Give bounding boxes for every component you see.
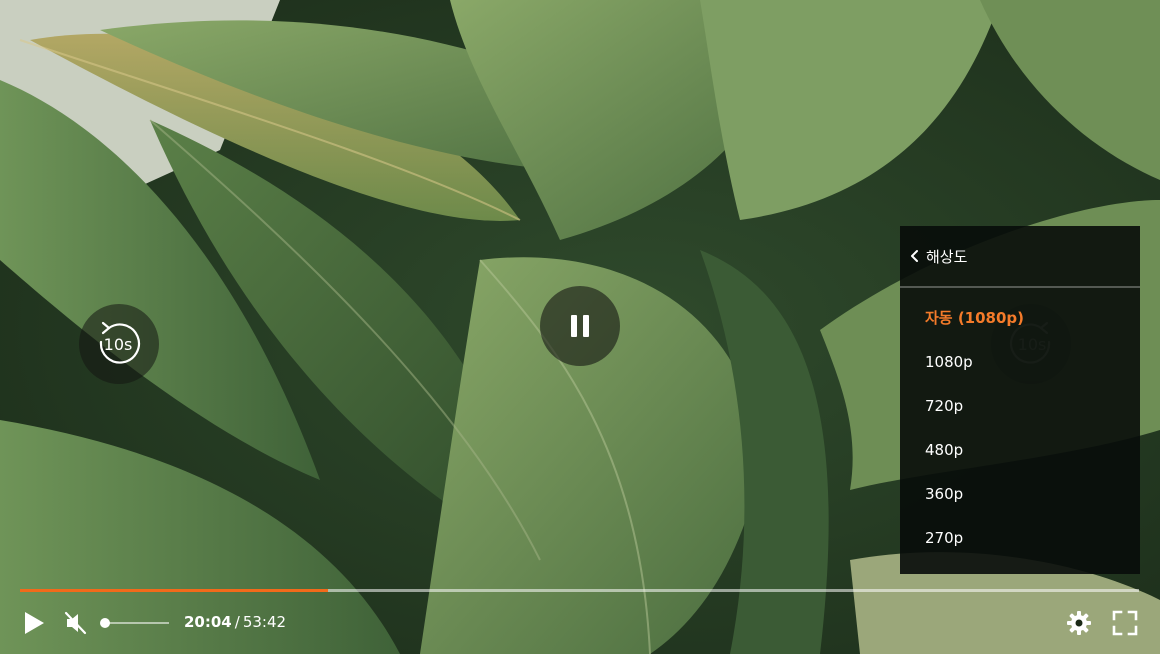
fullscreen-icon: [1112, 610, 1138, 636]
resolution-option-1080p[interactable]: 1080p: [900, 340, 1140, 384]
muted-speaker-icon: [64, 611, 87, 635]
rewind-label: 10s: [104, 335, 133, 354]
resolution-option-480p[interactable]: 480p: [900, 428, 1140, 472]
pause-button[interactable]: [540, 286, 620, 366]
video-player[interactable]: 10s 10s 해상도 자동 (1080p) 1080p 720p 480p 3…: [0, 0, 1160, 654]
play-button[interactable]: [20, 609, 48, 637]
duration: 53:42: [242, 613, 287, 631]
fullscreen-button[interactable]: [1110, 608, 1140, 638]
resolution-menu-back-button[interactable]: 해상도: [900, 226, 1140, 288]
volume-slider[interactable]: [100, 617, 170, 629]
mute-button[interactable]: [62, 609, 90, 637]
volume-knob[interactable]: [100, 618, 110, 628]
settings-button[interactable]: [1064, 608, 1094, 638]
resolution-option-auto[interactable]: 자동 (1080p): [900, 296, 1140, 340]
resolution-menu: 해상도 자동 (1080p) 1080p 720p 480p 360p 270p: [900, 226, 1140, 574]
time-display: 20:04/53:42: [184, 613, 286, 631]
time-separator: /: [234, 613, 240, 631]
resolution-option-360p[interactable]: 360p: [900, 472, 1140, 516]
chevron-left-icon: [911, 250, 918, 262]
progress-fill: [20, 589, 328, 592]
rewind-10s-button[interactable]: 10s: [79, 304, 159, 384]
progress-bar[interactable]: [20, 589, 1139, 592]
play-icon: [25, 612, 44, 634]
resolution-option-720p[interactable]: 720p: [900, 384, 1140, 428]
pause-icon: [571, 315, 589, 337]
control-bar: 20:04/53:42: [0, 600, 1160, 654]
resolution-options: 자동 (1080p) 1080p 720p 480p 360p 270p: [900, 296, 1140, 560]
current-time: 20:04: [184, 613, 232, 631]
rewind-10-icon: 10s: [99, 321, 141, 364]
resolution-menu-title: 해상도: [926, 247, 968, 266]
gear-icon: [1067, 611, 1091, 635]
resolution-option-270p[interactable]: 270p: [900, 516, 1140, 560]
volume-track: [103, 622, 169, 624]
